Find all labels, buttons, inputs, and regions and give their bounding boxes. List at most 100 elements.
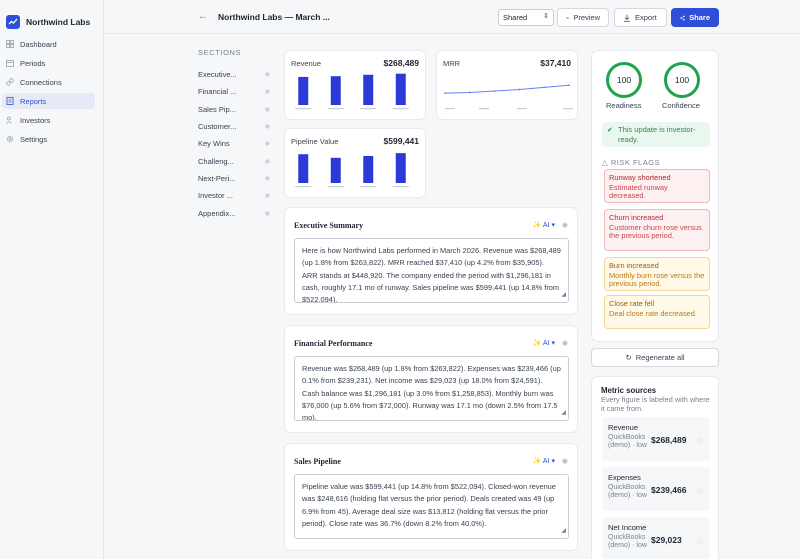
preview-label: Preview bbox=[573, 13, 600, 22]
visibility-icon[interactable]: ◉ bbox=[265, 175, 270, 182]
source-meta: QuickBooks (demo) · low bbox=[608, 484, 647, 499]
risk-flags-heading: △ RISK FLAGS bbox=[602, 158, 660, 167]
section-link-label: Challeng... bbox=[198, 156, 234, 166]
share-button[interactable]: Share bbox=[671, 8, 719, 27]
visibility-icon[interactable]: ◉ bbox=[265, 192, 270, 199]
section-textarea[interactable]: Pipeline value was $599,441 (up 14.8% fr… bbox=[294, 474, 569, 539]
sidebar-item-settings[interactable]: Settings bbox=[2, 131, 95, 147]
risk-flag: Churn increased Customer churn rose vers… bbox=[604, 209, 710, 251]
section-text: Revenue was $268,489 (up 1.8% from $263,… bbox=[302, 364, 561, 421]
warning-icon: △ bbox=[602, 158, 609, 167]
section-text: Pipeline value was $599,441 (up 14.8% fr… bbox=[302, 482, 556, 528]
sidebar-item-reports[interactable]: Reports bbox=[2, 93, 95, 109]
metric-card-mrr: MRR $37,410 bbox=[436, 50, 578, 120]
metric-sources-heading: Metric sources bbox=[601, 386, 657, 395]
x-tick-label bbox=[392, 108, 409, 110]
x-tick-label bbox=[563, 108, 573, 110]
note-text: This update is investor-ready. bbox=[618, 125, 696, 144]
visibility-icon[interactable]: ◉ bbox=[265, 210, 270, 217]
source-metric-name: Revenue bbox=[608, 423, 639, 432]
mrr-mini-chart bbox=[444, 84, 573, 110]
metric-value: $268,489 bbox=[383, 58, 419, 68]
risk-flags-title: RISK FLAGS bbox=[610, 158, 661, 167]
pipeline-mini-chart bbox=[295, 153, 409, 188]
info-icon[interactable]: ⓘ bbox=[697, 485, 704, 495]
section-link[interactable]: Financial ... ◉ bbox=[198, 83, 270, 100]
point bbox=[493, 90, 496, 92]
ai-generate-button[interactable]: ✨ AI ▾ bbox=[533, 339, 555, 347]
point bbox=[568, 84, 570, 87]
visibility-icon[interactable]: ◉ bbox=[562, 457, 568, 465]
share-label: Share bbox=[689, 13, 710, 22]
section-link[interactable]: Sales Pip... ◉ bbox=[198, 101, 270, 118]
risk-flag-desc: Deal close rate decreased. bbox=[609, 308, 697, 318]
section-link[interactable]: Key Wins ◉ bbox=[198, 135, 270, 152]
info-icon[interactable]: ⓘ bbox=[697, 535, 704, 545]
investor-ready-note: ✔ This update is investor-ready. bbox=[602, 122, 710, 147]
visibility-icon[interactable]: ◉ bbox=[265, 123, 270, 130]
visibility-icon[interactable]: ◉ bbox=[265, 71, 270, 78]
confidence-gauge: 100 bbox=[664, 62, 700, 98]
point bbox=[444, 92, 446, 95]
visibility-icon[interactable]: ◉ bbox=[562, 339, 568, 347]
risk-flag: Close rate fell Deal close rate decrease… bbox=[604, 295, 710, 329]
section-link[interactable]: Appendix... ◉ bbox=[198, 204, 270, 221]
back-arrow-icon[interactable]: ← bbox=[198, 11, 208, 22]
refresh-icon: ↻ bbox=[625, 353, 632, 362]
document-icon bbox=[6, 97, 14, 105]
visibility-icon[interactable]: ◉ bbox=[265, 88, 270, 95]
visibility-select[interactable]: Shared ⇕ bbox=[498, 9, 554, 26]
section-link[interactable]: Customer... ◉ bbox=[198, 118, 270, 135]
brand[interactable]: Northwind Labs bbox=[0, 0, 103, 32]
section-textarea[interactable]: Revenue was $268,489 (up 1.8% from $263,… bbox=[294, 356, 569, 421]
sparkle-icon: ✨ bbox=[532, 458, 542, 465]
regenerate-all-button[interactable]: ↻ Regenerate all bbox=[591, 348, 719, 367]
section-link[interactable]: Challeng... ◉ bbox=[198, 152, 270, 169]
readiness-gauge: 100 bbox=[606, 62, 642, 98]
revenue-mini-chart bbox=[295, 73, 409, 110]
resize-handle-icon[interactable]: ◢ bbox=[561, 407, 566, 419]
sections-heading: SECTIONS bbox=[198, 48, 242, 57]
visibility-icon[interactable]: ◉ bbox=[265, 106, 270, 113]
section-link-label: Executive... bbox=[198, 70, 237, 80]
sidebar-item-investors[interactable]: Investors bbox=[2, 112, 95, 128]
ai-generate-button[interactable]: ✨ AI ▾ bbox=[533, 457, 555, 465]
section-text: Here is how Northwind Labs performed in … bbox=[302, 246, 561, 303]
visibility-icon[interactable]: ◉ bbox=[265, 158, 270, 165]
people-icon bbox=[6, 116, 14, 124]
brand-logo-icon bbox=[6, 14, 20, 29]
visibility-value: Shared bbox=[503, 13, 528, 22]
risk-flag-title: Runway shortened bbox=[609, 173, 671, 182]
preview-button[interactable]: Preview bbox=[557, 8, 609, 27]
x-tick-label bbox=[327, 186, 344, 188]
sidebar-item-periods[interactable]: Periods bbox=[2, 55, 95, 71]
sparkle-icon: ✨ bbox=[532, 222, 542, 229]
ai-generate-button[interactable]: ✨ AI ▾ bbox=[533, 221, 555, 229]
section-link[interactable]: Executive... ◉ bbox=[198, 66, 270, 83]
resize-handle-icon[interactable]: ◢ bbox=[561, 525, 566, 537]
sidebar-item-connections[interactable]: Connections bbox=[2, 74, 95, 90]
sections-nav: SECTIONS Executive... ◉ Financial ... ◉ Sa… bbox=[198, 48, 270, 222]
ai-label: AI bbox=[542, 340, 550, 347]
section-textarea[interactable]: Here is how Northwind Labs performed in … bbox=[294, 238, 569, 303]
metric-value: $37,410 bbox=[540, 58, 571, 68]
sidebar-item-label: Connections bbox=[20, 77, 62, 87]
source-metric-name: Expenses bbox=[608, 473, 641, 482]
info-icon[interactable]: ⓘ bbox=[697, 435, 704, 445]
section-link-label: Sales Pip... bbox=[198, 104, 236, 114]
source-metric-name: Net Income bbox=[608, 523, 647, 532]
sidebar-item-label: Settings bbox=[20, 134, 48, 144]
section-link[interactable]: Investor ... ◉ bbox=[198, 187, 270, 204]
source-value: $29,023 bbox=[651, 535, 682, 545]
source-meta: QuickBooks (demo) · low bbox=[608, 434, 647, 449]
export-button[interactable]: Export bbox=[614, 8, 667, 27]
section-link[interactable]: Next-Peri... ◉ bbox=[198, 170, 270, 187]
point bbox=[518, 88, 521, 91]
resize-handle-icon[interactable]: ◢ bbox=[561, 289, 566, 301]
visibility-icon[interactable]: ◉ bbox=[562, 221, 568, 229]
metric-label: Revenue bbox=[291, 59, 322, 68]
risk-flag-desc: Customer churn rose versus the previous … bbox=[609, 222, 702, 240]
metric-source-item: Expenses QuickBooks (demo) · low $239,46… bbox=[602, 467, 710, 511]
visibility-icon[interactable]: ◉ bbox=[265, 140, 270, 147]
sidebar-item-dashboard[interactable]: Dashboard bbox=[2, 36, 95, 52]
